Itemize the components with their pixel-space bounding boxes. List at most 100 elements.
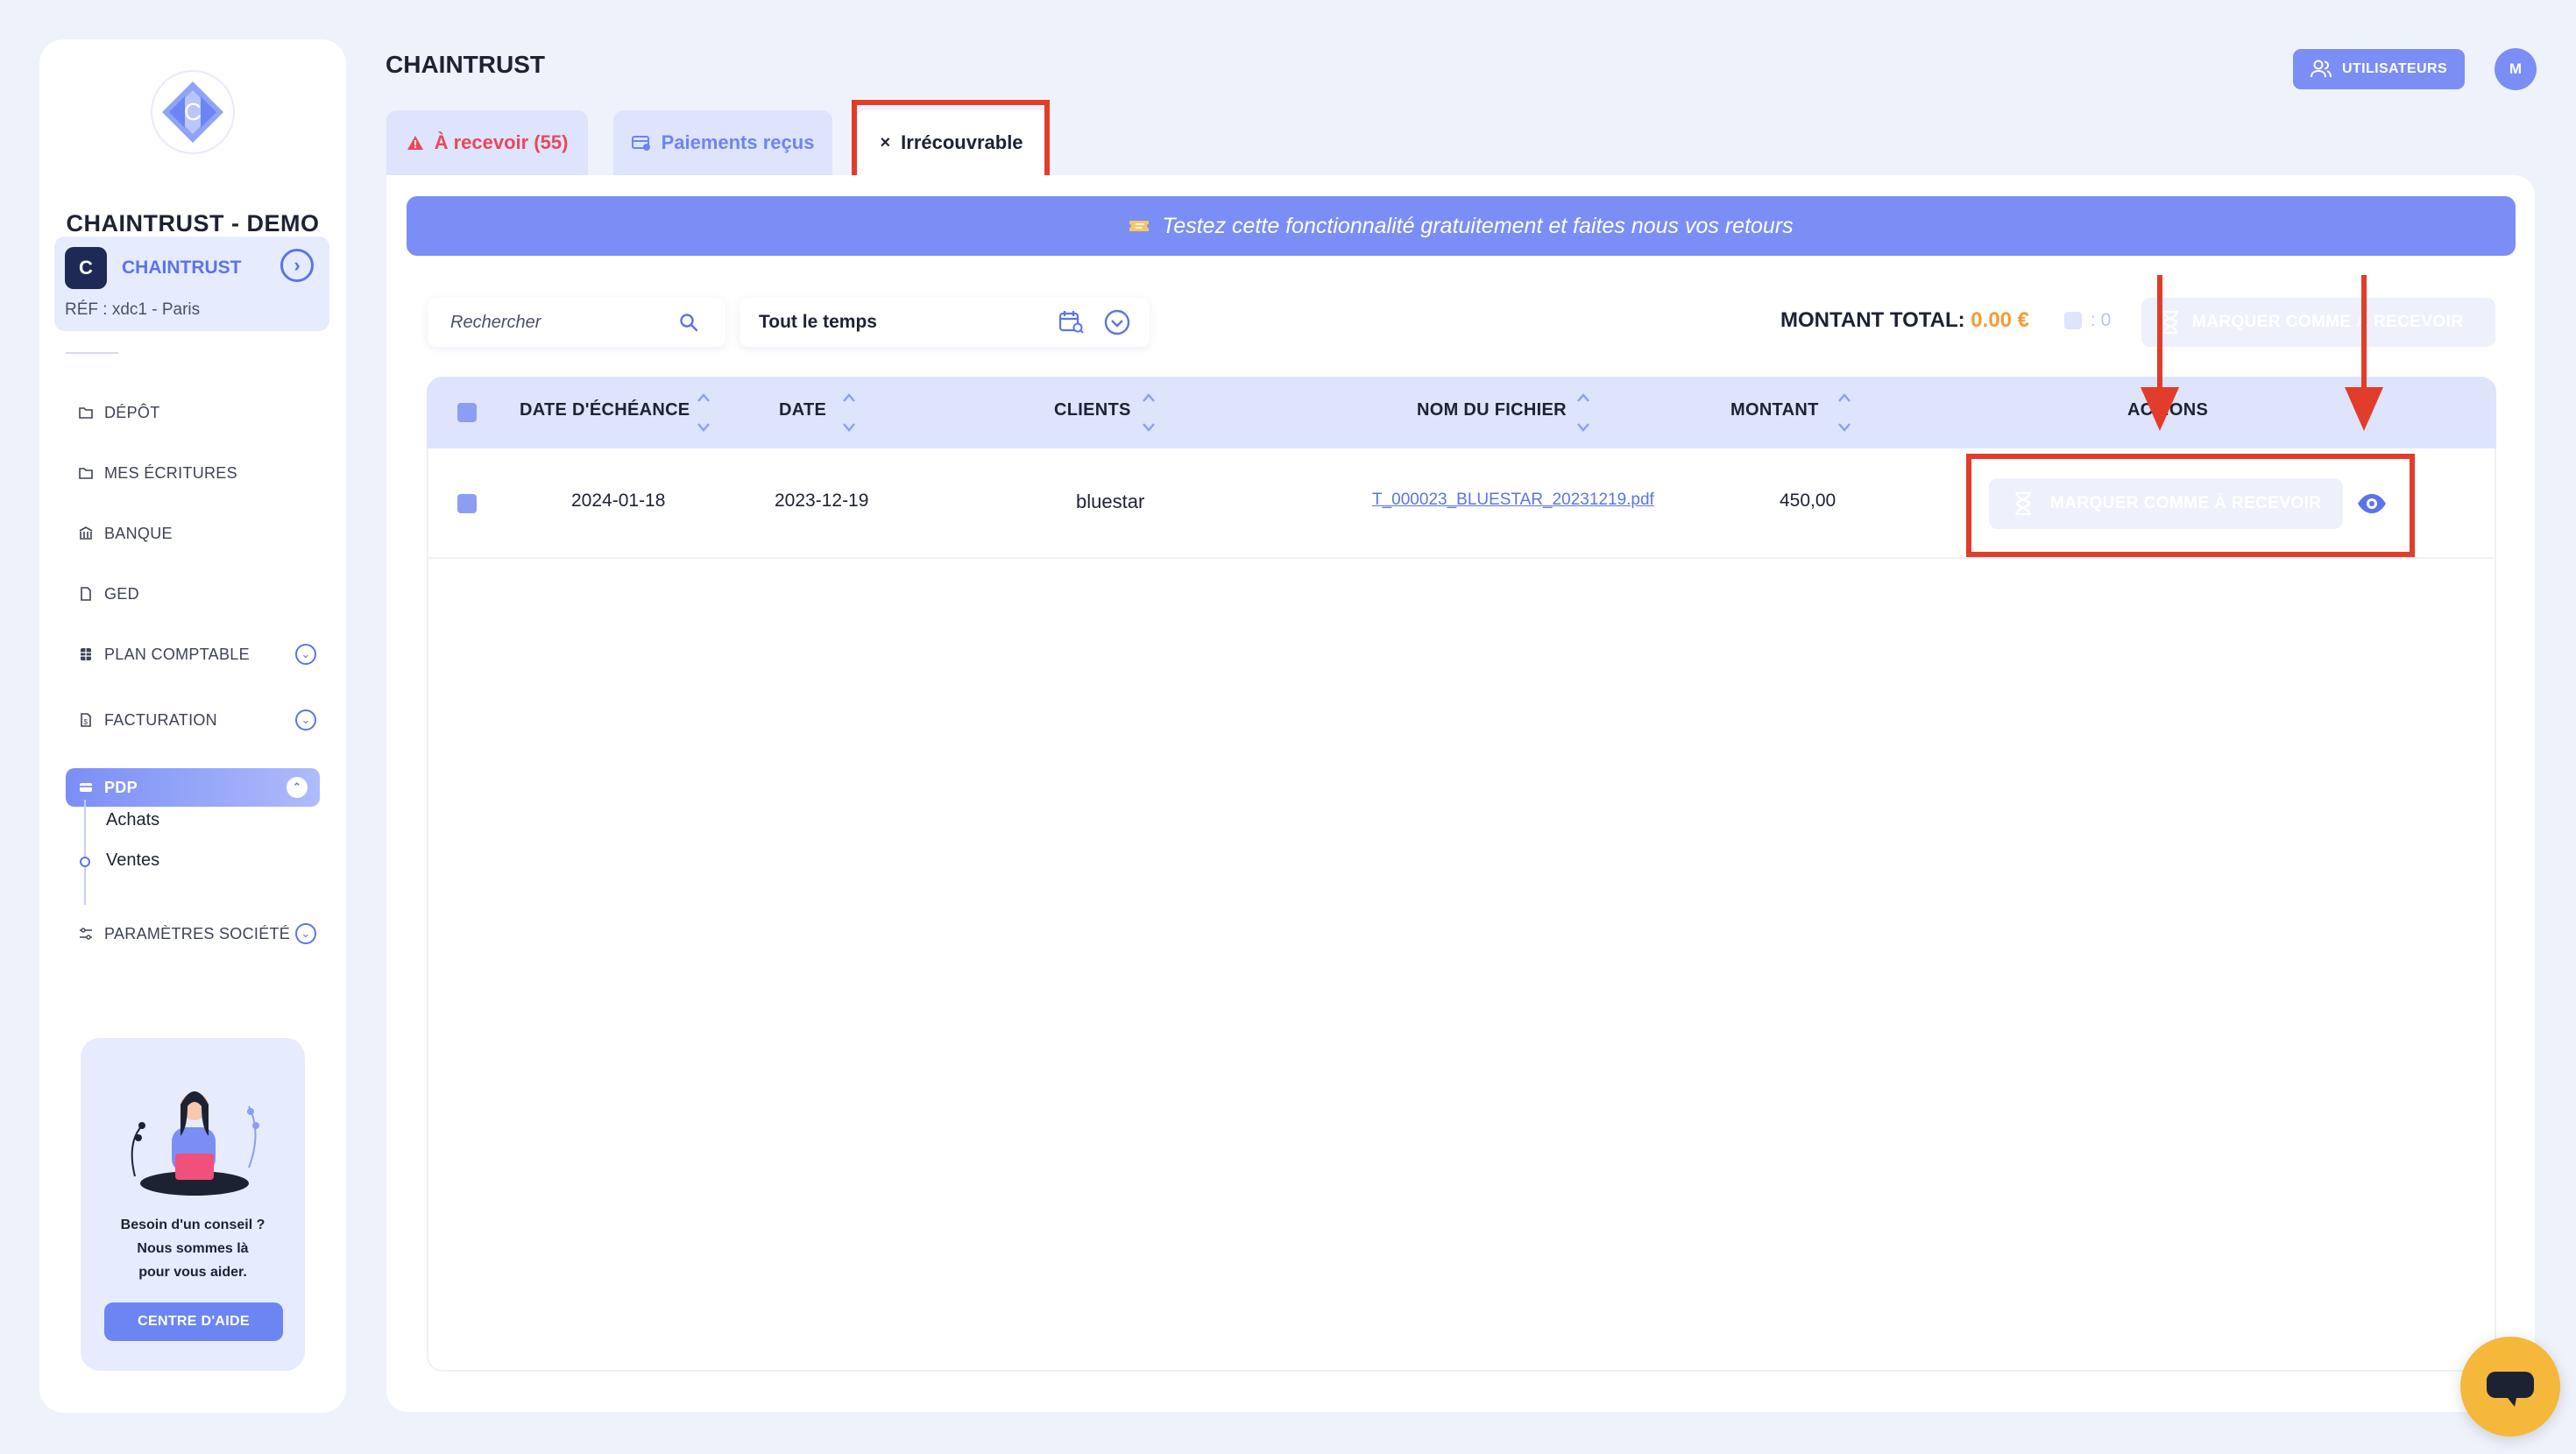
total-amount: MONTANT TOTAL: 0.00 € bbox=[1780, 308, 2029, 333]
sidebar-subitem-achats[interactable]: Achats bbox=[106, 810, 159, 830]
help-illustration-icon bbox=[131, 1091, 259, 1196]
row-checkbox[interactable] bbox=[457, 494, 477, 513]
sidebar-item-label: MES ÉCRITURES bbox=[104, 463, 237, 482]
tab-a-recevoir[interactable]: À recevoir (55) bbox=[386, 110, 588, 175]
help-card: Besoin d'un conseil ? Nous sommes là pou… bbox=[81, 1038, 305, 1371]
table-icon bbox=[81, 648, 91, 660]
org-name: CHAINTRUST - DEMO bbox=[66, 210, 320, 236]
sort-icon[interactable] bbox=[842, 391, 856, 434]
help-text-line: pour vous aider. bbox=[138, 1265, 247, 1280]
avatar[interactable]: M bbox=[2495, 48, 2537, 90]
folder-icon bbox=[79, 468, 93, 479]
sidebar-item-pdp[interactable]: PDP ⌃ bbox=[66, 768, 320, 807]
chevron-right-icon[interactable]: › bbox=[280, 249, 314, 282]
search-input[interactable] bbox=[450, 312, 678, 333]
sidebar-item-label: GED bbox=[104, 584, 139, 603]
column-header-file-name[interactable]: NOM DU FICHIER bbox=[1417, 400, 1567, 420]
cell-amount: 450,00 bbox=[1780, 491, 1836, 511]
bank-icon bbox=[79, 526, 93, 540]
page-title: CHAINTRUST bbox=[386, 51, 545, 78]
period-value: Tout le temps bbox=[759, 312, 877, 332]
cell-date: 2023-12-19 bbox=[775, 491, 869, 511]
warning-icon bbox=[407, 136, 423, 150]
help-text: Besoin d'un conseil ? Nous sommes là pou… bbox=[81, 1213, 305, 1284]
sort-icon[interactable] bbox=[1837, 391, 1851, 434]
users-icon bbox=[2310, 60, 2332, 78]
chevron-up-icon[interactable]: ⌃ bbox=[287, 777, 308, 798]
sidebar-item-depot[interactable]: DÉPÔT bbox=[66, 393, 329, 432]
subnav-active-dot bbox=[80, 857, 90, 867]
bulk-mark-receivable-button[interactable]: MARQUER COMME À RECEVOIR bbox=[2141, 298, 2495, 347]
total-value: 0.00 € bbox=[1971, 308, 2030, 332]
chevron-down-icon[interactable]: ⌄ bbox=[295, 644, 316, 665]
period-select[interactable]: Tout le temps bbox=[740, 298, 1150, 347]
beta-banner: Testez cette fonctionnalité gratuitement… bbox=[407, 196, 2516, 256]
company-logo-icon: C bbox=[151, 70, 235, 154]
search-box bbox=[428, 298, 725, 347]
sidebar-item-label: BANQUE bbox=[104, 524, 173, 542]
tab-paiements-recus[interactable]: Paiements reçus bbox=[613, 110, 832, 175]
sidebar-item-parametres-societe[interactable]: PARAMÈTRES SOCIÉTÉ ⌄ bbox=[66, 914, 329, 953]
tab-label: Paiements reçus bbox=[661, 131, 815, 153]
cell-client: bluestar bbox=[1076, 491, 1145, 512]
help-text-line: Besoin d'un conseil ? bbox=[120, 1218, 265, 1232]
company-ref: RÉF : xdc1 - Paris bbox=[65, 300, 201, 319]
chat-button[interactable] bbox=[2460, 1337, 2560, 1436]
calendar-search-icon[interactable] bbox=[1058, 310, 1085, 335]
help-text-line: Nous sommes là bbox=[137, 1241, 249, 1256]
svg-text:C: C bbox=[184, 98, 202, 125]
selection-count: : 0 bbox=[2091, 310, 2112, 330]
sort-icon[interactable] bbox=[1576, 391, 1590, 434]
chevron-down-icon[interactable]: ⌄ bbox=[295, 709, 316, 731]
column-header-clients[interactable]: CLIENTS bbox=[1054, 400, 1131, 420]
company-name: CHAINTRUST bbox=[122, 258, 242, 278]
help-center-button[interactable]: CENTRE D'AIDE bbox=[104, 1302, 283, 1341]
file-link[interactable]: T_000023_BLUESTAR_20231219.pdf bbox=[1372, 491, 1654, 510]
selection-checkbox[interactable] bbox=[2064, 312, 2082, 329]
search-icon[interactable] bbox=[678, 312, 699, 333]
users-button-label: UTILISATEURS bbox=[2341, 61, 2448, 76]
annotation-box-actions bbox=[1966, 454, 2415, 557]
bulk-button-label: MARQUER COMME À RECEVOIR bbox=[2192, 313, 2464, 331]
folder-icon bbox=[79, 407, 93, 419]
column-header-due-date[interactable]: DATE D'ÉCHÉANCE bbox=[520, 400, 690, 420]
sidebar-item-banque[interactable]: BANQUE bbox=[66, 514, 329, 553]
sidebar-item-label: PARAMÈTRES SOCIÉTÉ bbox=[104, 924, 291, 942]
column-header-date[interactable]: DATE bbox=[779, 400, 826, 420]
sidebar-subitem-ventes[interactable]: Ventes bbox=[106, 851, 159, 871]
sort-icon[interactable] bbox=[1142, 391, 1156, 434]
chat-icon bbox=[2487, 1372, 2534, 1407]
payment-icon bbox=[631, 136, 650, 151]
users-button[interactable]: UTILISATEURS bbox=[2293, 49, 2465, 89]
sort-icon[interactable] bbox=[697, 391, 711, 434]
annotation-box-tab bbox=[852, 100, 1050, 180]
sidebar-item-label: PLAN COMPTABLE bbox=[104, 645, 250, 663]
cell-due-date: 2024-01-18 bbox=[571, 491, 666, 511]
select-all-checkbox[interactable] bbox=[457, 403, 477, 422]
document-icon bbox=[81, 587, 91, 601]
company-icon: C bbox=[65, 247, 107, 289]
chevron-down-icon[interactable]: ⌄ bbox=[295, 923, 316, 944]
sidebar-item-facturation[interactable]: $ FACTURATION ⌄ bbox=[66, 701, 329, 739]
annotation-arrow-icon bbox=[2345, 275, 2383, 431]
ticket-icon bbox=[1129, 221, 1150, 231]
sidebar-item-label: DÉPÔT bbox=[104, 403, 160, 421]
sliders-icon bbox=[80, 928, 92, 940]
subnav-line bbox=[84, 800, 86, 905]
tab-label: À recevoir (55) bbox=[434, 131, 569, 153]
invoice-icon: $ bbox=[81, 713, 91, 727]
column-header-amount[interactable]: MONTANT bbox=[1730, 400, 1819, 420]
total-label: MONTANT TOTAL: bbox=[1780, 308, 1965, 332]
chevron-down-icon[interactable] bbox=[1104, 309, 1130, 335]
sidebar-divider bbox=[66, 352, 118, 354]
sidebar-item-plan-comptable[interactable]: PLAN COMPTABLE ⌄ bbox=[66, 635, 329, 674]
sidebar: C CHAINTRUST - DEMO C CHAINTRUST › RÉF :… bbox=[39, 39, 346, 1413]
sidebar-item-label: FACTURATION bbox=[104, 710, 217, 729]
banner-text: Testez cette fonctionnalité gratuitement… bbox=[1162, 213, 1794, 238]
sidebar-item-mes-ecritures[interactable]: MES ÉCRITURES bbox=[66, 454, 329, 492]
svg-text:$: $ bbox=[84, 718, 88, 726]
company-card[interactable]: C CHAINTRUST › RÉF : xdc1 - Paris bbox=[54, 236, 329, 331]
annotation-arrow-icon bbox=[2141, 275, 2179, 431]
sidebar-item-label: PDP bbox=[104, 778, 138, 796]
sidebar-item-ged[interactable]: GED bbox=[66, 575, 329, 613]
